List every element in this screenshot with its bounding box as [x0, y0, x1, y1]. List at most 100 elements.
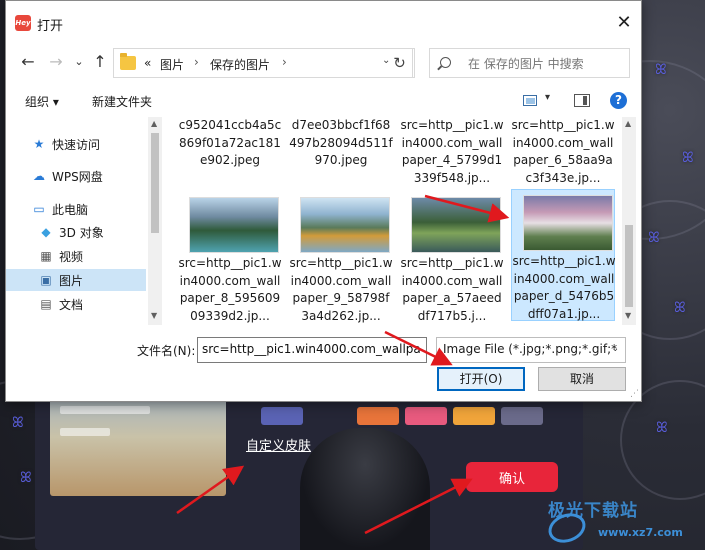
- open-button[interactable]: 打开(O): [437, 367, 525, 391]
- view-dropdown[interactable]: ▾: [545, 92, 550, 103]
- cancel-button[interactable]: 取消: [538, 367, 626, 391]
- butterfly-icon: ꕤ: [656, 420, 668, 436]
- scroll-down-icon[interactable]: ▼: [625, 311, 631, 320]
- file-name: src=http__pic1.win4000.com_wallpaper_4_5…: [400, 118, 504, 185]
- video-icon: ▦: [40, 249, 52, 263]
- file-name: src=http__pic1.win4000.com_wallpaper_a_5…: [400, 256, 504, 323]
- document-icon: ▤: [40, 297, 52, 311]
- recent-locations-dropdown[interactable]: ⌄: [68, 51, 90, 73]
- file-name: src=http__pic1.win4000.com_wallpaper_6_5…: [511, 118, 615, 185]
- sidebar-item-label: 快速访问: [52, 138, 101, 152]
- sidebar-item-documents[interactable]: ▤ 文档: [6, 293, 146, 315]
- sidebar-item-pictures[interactable]: ▣ 图片: [6, 269, 146, 291]
- open-file-dialog: Hey 打开 ✕ ← → ⌄ ↑ « 图片 › 保存的图片 › ⌄ ↻ 组织 ▾…: [5, 0, 642, 402]
- watermark-text: 极光下载站: [548, 501, 638, 521]
- address-bar[interactable]: « 图片 › 保存的图片 › ⌄: [113, 48, 413, 78]
- image-thumbnail: [411, 197, 501, 253]
- scroll-up-icon[interactable]: ▲: [151, 119, 157, 128]
- organize-button[interactable]: 组织 ▾: [25, 93, 59, 110]
- file-tile[interactable]: d7ee03bbcf1f68497b28094d511f970.jpeg: [289, 117, 393, 177]
- sidebar-item-label: 3D 对象: [59, 226, 104, 240]
- sidebar-item-quick-access[interactable]: ★ 快速访问: [6, 133, 146, 155]
- help-icon[interactable]: ?: [610, 92, 627, 109]
- dialog-titlebar: Hey 打开 ✕: [6, 1, 641, 41]
- scroll-up-icon[interactable]: ▲: [625, 119, 631, 128]
- star-icon: ★: [33, 137, 45, 151]
- watermark-url: www.xz7.com: [598, 526, 683, 539]
- file-tile[interactable]: src=http__pic1.win4000.com_wallpaper_a_5…: [400, 191, 504, 323]
- butterfly-icon: ꕤ: [20, 470, 32, 486]
- toolbar: 组织 ▾ 新建文件夹 ▾ ?: [6, 87, 641, 115]
- cube-icon: ◆: [41, 225, 51, 239]
- sidebar-scrollbar[interactable]: ▲ ▼: [148, 117, 162, 325]
- skin-swatch[interactable]: [405, 407, 447, 425]
- sidebar-item-label: 文档: [59, 298, 84, 312]
- filetype-select[interactable]: Image File (*.jpg;*.png;*.gif;* ⌄: [436, 337, 626, 363]
- breadcrumb-item-saved-pictures[interactable]: 保存的图片: [210, 56, 270, 73]
- file-list-scrollbar[interactable]: ▲ ▼: [622, 117, 636, 325]
- skin-swatch[interactable]: [261, 407, 303, 425]
- sidebar-item-3d-objects[interactable]: ◆ 3D 对象: [6, 221, 146, 243]
- file-tile[interactable]: src=http__pic1.win4000.com_wallpaper_8_5…: [178, 191, 282, 323]
- breadcrumb-overflow[interactable]: «: [144, 56, 151, 70]
- refresh-button[interactable]: ↻: [385, 48, 415, 78]
- up-button[interactable]: ↑: [89, 51, 111, 73]
- preview-line: [60, 406, 150, 414]
- sidebar-item-label: 视频: [59, 250, 84, 264]
- cloud-icon: ☁: [33, 169, 45, 183]
- file-tile[interactable]: src=http__pic1.win4000.com_wallpaper_4_5…: [400, 117, 504, 187]
- butterfly-icon: ꕤ: [682, 150, 694, 166]
- sidebar-scroll-thumb[interactable]: [151, 133, 159, 233]
- file-tile[interactable]: src=http__pic1.win4000.com_wallpaper_9_5…: [289, 191, 393, 323]
- confirm-button[interactable]: 确认: [466, 462, 558, 492]
- folder-icon: [120, 53, 136, 70]
- breadcrumb-separator[interactable]: ›: [282, 55, 287, 69]
- sidebar-item-wps-drive[interactable]: ☁ WPS网盘: [6, 165, 146, 187]
- sidebar-item-videos[interactable]: ▦ 视频: [6, 245, 146, 267]
- skin-swatch[interactable]: [357, 407, 399, 425]
- filename-input[interactable]: src=http__pic1.win4000.com_wallpa: [197, 337, 427, 363]
- search-icon: [440, 57, 451, 68]
- resize-grip-icon[interactable]: ⋰: [630, 389, 639, 399]
- file-tile[interactable]: src=http__pic1.win4000.com_wallpaper_6_5…: [511, 117, 615, 187]
- navigation-bar: ← → ⌄ ↑ « 图片 › 保存的图片 › ⌄ ↻: [6, 45, 641, 79]
- image-thumbnail: [523, 195, 613, 251]
- scroll-down-icon[interactable]: ▼: [151, 311, 157, 320]
- skin-swatch[interactable]: [453, 407, 495, 425]
- file-list-scroll-thumb[interactable]: [625, 225, 633, 307]
- search-box[interactable]: [429, 48, 630, 78]
- file-tile-selected[interactable]: src=http__pic1.win4000.com_wallpaper_d_5…: [511, 189, 616, 321]
- search-input[interactable]: [468, 54, 626, 74]
- filetype-value: Image File (*.jpg;*.png;*.gif;*: [443, 342, 618, 356]
- file-name: d7ee03bbcf1f68497b28094d511f970.jpeg: [289, 118, 393, 167]
- dialog-title: 打开: [37, 19, 64, 34]
- view-icon[interactable]: [523, 95, 537, 106]
- image-thumbnail: [300, 197, 390, 253]
- breadcrumb-item-pictures[interactable]: 图片: [160, 56, 184, 73]
- new-folder-button[interactable]: 新建文件夹: [92, 93, 152, 110]
- back-button[interactable]: ←: [17, 51, 39, 73]
- image-thumbnail: [189, 197, 279, 253]
- app-icon: Hey: [15, 15, 31, 31]
- file-name: src=http__pic1.win4000.com_wallpaper_8_5…: [178, 256, 282, 323]
- background-figure: [300, 428, 430, 550]
- custom-skin-link[interactable]: 自定义皮肤: [246, 435, 311, 454]
- breadcrumb-separator[interactable]: ›: [194, 55, 199, 69]
- file-name: c952041ccb4a5c869f01a72ac181e902.jpeg: [178, 118, 282, 167]
- sidebar-item-label: 此电脑: [52, 203, 89, 217]
- file-tile[interactable]: c952041ccb4a5c869f01a72ac181e902.jpeg: [178, 117, 282, 177]
- skin-swatch[interactable]: [501, 407, 543, 425]
- forward-button[interactable]: →: [45, 51, 67, 73]
- preview-line: [60, 428, 110, 436]
- preview-pane-icon[interactable]: [574, 94, 590, 107]
- sidebar-item-this-pc[interactable]: ▭ 此电脑: [6, 198, 146, 220]
- butterfly-icon: ꕤ: [674, 300, 686, 316]
- butterfly-icon: ꕤ: [655, 62, 667, 78]
- chevron-down-icon: ⌄: [611, 344, 619, 354]
- butterfly-icon: ꕤ: [12, 415, 24, 431]
- close-button[interactable]: ✕: [607, 9, 641, 37]
- file-name: src=http__pic1.win4000.com_wallpaper_d_5…: [512, 254, 616, 321]
- file-list: c952041ccb4a5c869f01a72ac181e902.jpeg d7…: [168, 117, 618, 325]
- file-name: src=http__pic1.win4000.com_wallpaper_9_5…: [289, 256, 393, 323]
- butterfly-icon: ꕤ: [648, 230, 660, 246]
